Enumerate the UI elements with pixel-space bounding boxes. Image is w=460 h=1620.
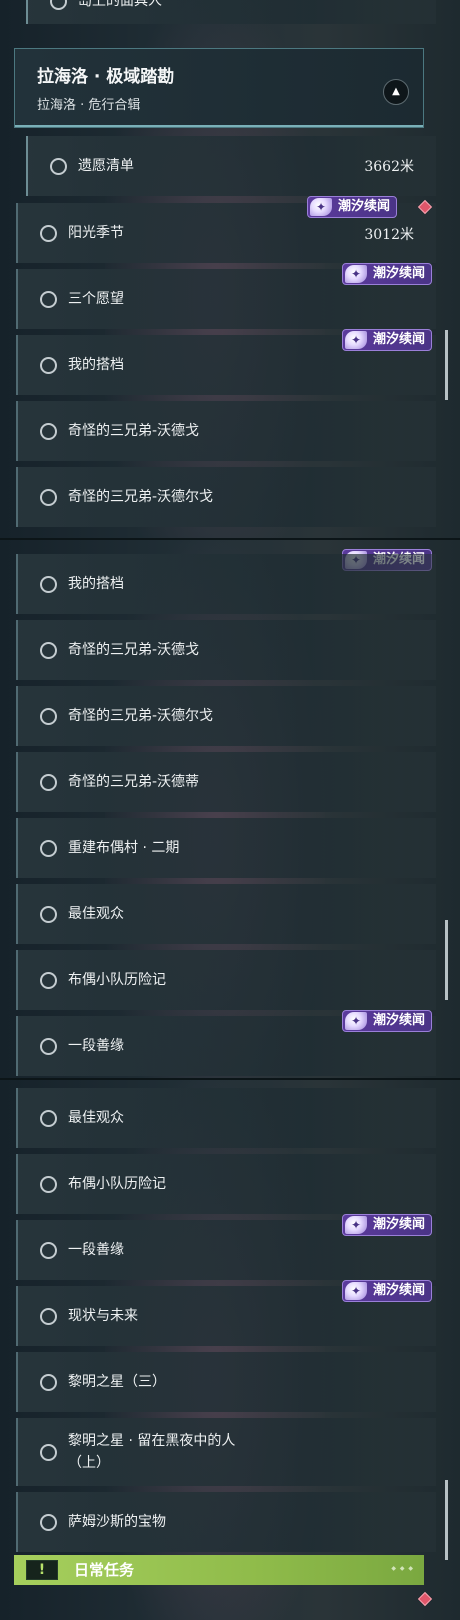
region-subtitle: 拉海洛 · 危行合辑 bbox=[37, 98, 141, 113]
quest-status-circle bbox=[40, 423, 57, 440]
quest-label: 奇怪的三兄弟-沃德戈 bbox=[68, 642, 200, 658]
badge-label: 潮汐续闻 bbox=[338, 199, 391, 214]
tide-news-icon: ✦ bbox=[345, 1282, 367, 1300]
quest-label: 阳光季节 bbox=[68, 225, 124, 241]
quest-status-circle bbox=[50, 158, 67, 175]
quest-label: 重建布偶村 · 二期 bbox=[68, 840, 180, 856]
region-header[interactable]: 拉海洛 · 极域踏勘 拉海洛 · 危行合辑 ▲ bbox=[14, 48, 424, 128]
chevron-up-icon[interactable]: ▲ bbox=[383, 79, 409, 105]
quest-status-circle bbox=[40, 1308, 57, 1325]
quest-panel-2: ✦ 潮汐续闻 我的搭档 奇怪的三兄弟-沃德戈 奇怪的三兄弟-沃德尔戈 奇怪的三兄… bbox=[0, 540, 460, 1078]
quest-label: 最佳观众 bbox=[68, 906, 124, 922]
quest-status-circle bbox=[40, 972, 57, 989]
quest-label: 布偶小队历险记 bbox=[68, 1176, 166, 1192]
quest-label: 最佳观众 bbox=[68, 1110, 124, 1126]
quest-item[interactable]: 布偶小队历险记 bbox=[16, 1154, 436, 1214]
quest-item[interactable]: 奇怪的三兄弟-沃德戈 bbox=[16, 401, 436, 461]
quest-status-circle bbox=[40, 906, 57, 923]
quest-distance: 3012米 bbox=[364, 227, 414, 243]
quest-item[interactable]: 遗愿清单 3662米 bbox=[26, 136, 436, 196]
quest-status-circle bbox=[40, 642, 57, 659]
quest-status-circle bbox=[40, 1038, 57, 1055]
quest-label: 一段善缘 bbox=[68, 1242, 124, 1258]
tide-news-icon: ✦ bbox=[345, 1216, 367, 1234]
quest-item[interactable]: 岛上的面具人 bbox=[26, 0, 436, 24]
badge-label: 潮汐续闻 bbox=[373, 1013, 426, 1028]
quest-status-circle bbox=[40, 1514, 57, 1531]
badge-label: 潮汐续闻 bbox=[373, 266, 426, 281]
quest-label: 布偶小队历险记 bbox=[68, 972, 166, 988]
quest-item[interactable]: 最佳观众 bbox=[16, 884, 436, 944]
quest-label: 黎明之星（三） bbox=[68, 1374, 166, 1390]
quest-item[interactable]: 最佳观众 bbox=[16, 1088, 436, 1148]
tide-news-icon: ✦ bbox=[345, 265, 367, 283]
quest-status-circle bbox=[50, 0, 67, 10]
tide-news-badge: ✦ 潮汐续闻 bbox=[342, 329, 433, 351]
daily-tasks-header[interactable]: ! 日常任务 ◆ ◆ ◆ bbox=[14, 1555, 424, 1585]
quest-panel-1: 岛上的面具人 拉海洛 · 极域踏勘 拉海洛 · 危行合辑 ▲ 遗愿清单 3662… bbox=[0, 0, 460, 538]
daily-tasks-label: 日常任务 bbox=[74, 1561, 135, 1579]
quest-status-circle bbox=[40, 1242, 57, 1259]
region-title: 拉海洛 · 极域踏勘 bbox=[37, 67, 175, 87]
quest-item[interactable]: 奇怪的三兄弟-沃德戈 bbox=[16, 620, 436, 680]
quest-label: 奇怪的三兄弟-沃德戈 bbox=[68, 423, 200, 439]
quest-distance: 3662米 bbox=[364, 159, 414, 175]
quest-status-circle bbox=[40, 1176, 57, 1193]
decorative-tag: ◆ ◆ ◆ bbox=[391, 1565, 414, 1572]
quest-label: 一段善缘 bbox=[68, 1038, 124, 1054]
badge-label: 潮汐续闻 bbox=[373, 1283, 426, 1298]
tide-news-icon: ✦ bbox=[345, 1012, 367, 1030]
tide-news-badge: ✦ 潮汐续闻 bbox=[342, 1214, 433, 1236]
badge-label: 潮汐续闻 bbox=[373, 1217, 426, 1232]
quest-label: 我的搭档 bbox=[68, 357, 124, 373]
quest-status-circle bbox=[40, 1444, 57, 1461]
quest-status-circle bbox=[40, 291, 57, 308]
quest-item[interactable]: 布偶小队历险记 bbox=[16, 950, 436, 1010]
quest-label: 岛上的面具人 bbox=[78, 0, 162, 9]
quest-item[interactable]: 萨姆沙斯的宝物 bbox=[16, 1492, 436, 1552]
quest-label: 萨姆沙斯的宝物 bbox=[68, 1514, 166, 1530]
quest-label-line2: （上） bbox=[68, 1455, 110, 1471]
quest-item[interactable]: 我的搭档 bbox=[16, 554, 436, 614]
quest-label: 遗愿清单 bbox=[78, 158, 134, 174]
quest-status-circle bbox=[40, 1374, 57, 1391]
quest-label: 奇怪的三兄弟-沃德蒂 bbox=[68, 774, 200, 790]
quest-status-circle bbox=[40, 708, 57, 725]
badge-label: 潮汐续闻 bbox=[373, 332, 426, 347]
quest-panel-3: 最佳观众 布偶小队历险记 一段善缘 ✦ 潮汐续闻 现状与未来 ✦ 潮汐续闻 黎明… bbox=[0, 1080, 460, 1620]
quest-status-circle bbox=[40, 576, 57, 593]
quest-label: 我的搭档 bbox=[68, 576, 124, 592]
quest-status-circle bbox=[40, 1110, 57, 1127]
quest-label: 黎明之星 · 留在黑夜中的人 （上） bbox=[68, 1430, 235, 1474]
quest-item[interactable]: 黎明之星 · 留在黑夜中的人 （上） bbox=[16, 1418, 436, 1486]
tide-news-icon: ✦ bbox=[310, 198, 332, 216]
quest-item[interactable]: 黎明之星（三） bbox=[16, 1352, 436, 1412]
quest-status-circle bbox=[40, 774, 57, 791]
tide-news-badge: ✦ 潮汐续闻 bbox=[342, 1280, 433, 1302]
quest-status-circle bbox=[40, 357, 57, 374]
quest-label: 现状与未来 bbox=[68, 1308, 138, 1324]
quest-status-circle bbox=[40, 225, 57, 242]
quest-status-circle bbox=[40, 489, 57, 506]
quest-item[interactable]: 奇怪的三兄弟-沃德尔戈 bbox=[16, 467, 436, 527]
quest-label-line1: 黎明之星 · 留在黑夜中的人 bbox=[68, 1433, 236, 1449]
quest-label: 奇怪的三兄弟-沃德尔戈 bbox=[68, 489, 214, 505]
quest-item[interactable]: 奇怪的三兄弟-沃德蒂 bbox=[16, 752, 436, 812]
tide-news-badge: ✦ 潮汐续闻 bbox=[307, 196, 398, 218]
alert-icon: ! bbox=[26, 1560, 58, 1580]
tide-news-badge: ✦ 潮汐续闻 bbox=[342, 1010, 433, 1032]
tide-news-icon: ✦ bbox=[345, 331, 367, 349]
quest-label: 三个愿望 bbox=[68, 291, 124, 307]
quest-label: 奇怪的三兄弟-沃德尔戈 bbox=[68, 708, 214, 724]
tide-news-badge: ✦ 潮汐续闻 bbox=[342, 263, 433, 285]
quest-item[interactable]: 奇怪的三兄弟-沃德尔戈 bbox=[16, 686, 436, 746]
quest-status-circle bbox=[40, 840, 57, 857]
quest-item[interactable]: 重建布偶村 · 二期 bbox=[16, 818, 436, 878]
